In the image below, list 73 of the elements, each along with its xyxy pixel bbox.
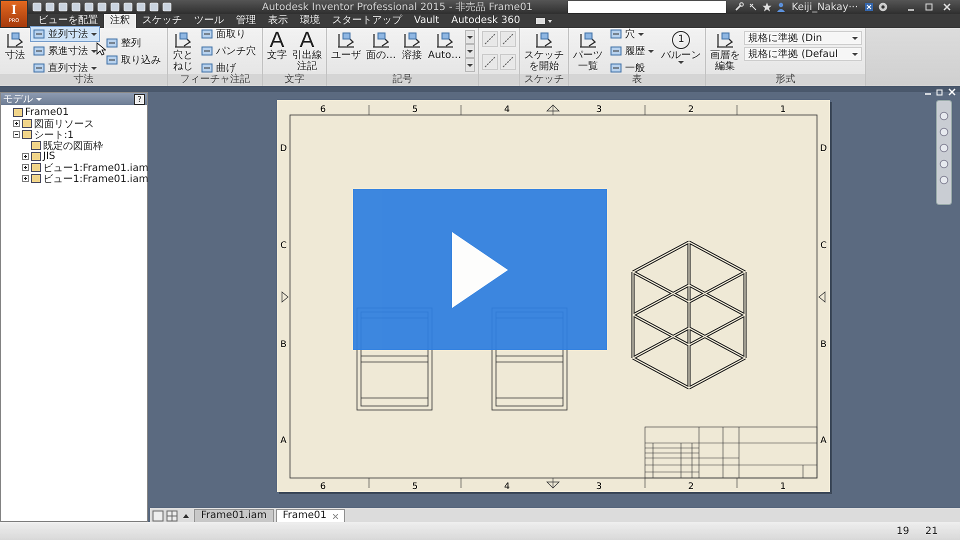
letter-glyph: A [300,30,314,50]
ribbon-button[interactable]: 溶接 [400,28,424,74]
ribbon-tab[interactable]: Vault [408,14,446,28]
status-value: 21 [925,526,938,536]
tree-item[interactable]: シート:1 [13,129,144,140]
panel-title: フィーチャ注記 [168,74,262,86]
zone-label: 3 [596,105,602,115]
help-button[interactable]: ? [134,94,145,104]
ribbon-button[interactable]: 並列寸法 [30,26,100,42]
ribbon-button[interactable]: Auto… [427,28,462,74]
ribbon-button[interactable]: 面の… [365,28,397,74]
balloon-number: 1 [672,31,690,49]
zone-label: C [280,241,287,251]
panel-title: 形式 [706,74,866,86]
window-title: Autodesk Inventor Professional 2015 - 非売品 Frame01 [262,0,534,14]
letter-glyph: A [270,30,284,50]
ribbon-tab[interactable]: ビューを配置 [32,14,104,28]
tree-item[interactable]: JIS [22,151,144,162]
ribbon-tab[interactable]: Autodesk 360 [445,14,526,28]
zone-label: C [820,241,827,251]
zone-label: 4 [504,105,510,115]
style-dropdown[interactable]: 規格に準拠 (Din [744,31,862,45]
panel-title: 文字 [263,74,326,86]
ribbon-tab[interactable]: 管理 [230,14,262,28]
ribbon-tab[interactable]: ツール [188,14,230,28]
panel-title: スケッチ [520,74,568,86]
ribbon-button[interactable]: 画層を編集 [709,28,742,74]
zone-label: B [280,340,287,350]
zone-label: B [820,340,827,350]
tree-item[interactable]: 既定の図面枠 [22,140,144,151]
style-dropdown[interactable]: 規格に準拠 (Defaul [744,47,862,61]
zone-label: D [820,144,827,154]
zone-label: 2 [688,482,694,492]
zone-label: 2 [688,105,694,115]
ribbon-tab[interactable]: 表示 [262,14,294,28]
panel-title: 表 [569,74,706,86]
tree-item[interactable]: Frame01 [4,107,144,118]
ribbon-tab[interactable]: 環境 [294,14,326,28]
zone-label: 1 [780,482,786,492]
user-name[interactable]: Keiji_Nakay··· [792,2,858,12]
ribbon-button[interactable]: 穴とねじ [171,28,195,74]
ribbon-button[interactable]: 整列 [103,34,164,50]
zone-label: 5 [412,482,418,492]
ribbon-button[interactable]: A 引出線注記 [291,28,323,74]
ribbon-button[interactable]: 取り込み [103,52,164,68]
zone-label: 5 [412,105,418,115]
zone-label: 4 [504,482,510,492]
zone-label: 1 [780,105,786,115]
zone-label: 3 [596,482,602,492]
document-tab[interactable]: Frame01 [276,509,345,522]
zone-label: 6 [320,105,326,115]
ribbon-button[interactable]: 1 バルーン [660,28,702,74]
ribbon-button[interactable]: 面取り [198,26,259,42]
document-tab[interactable]: Frame01.iam [194,509,274,522]
panel-title: 記号 [327,74,478,86]
ribbon-button[interactable]: 穴 [607,26,658,42]
ribbon-button[interactable]: 履歴 [607,43,658,59]
ribbon-tab[interactable]: スケッチ [136,14,188,28]
ribbon-button[interactable]: スケッチを開始 [523,28,566,74]
ribbon-button[interactable]: パーツ一覧 [572,28,604,74]
ribbon-button[interactable]: パンチ穴 [198,43,259,59]
ribbon-button[interactable]: A 文字 [266,28,288,74]
ribbon-tab[interactable]: 注釈 [104,14,136,28]
panel-title: 寸法 [0,74,167,86]
zone-label: D [280,144,287,154]
ribbon-button[interactable]: 寸法 [3,28,27,74]
ribbon-button[interactable]: ユーザ [330,28,362,74]
status-value: 19 [896,526,910,536]
zone-label: 6 [320,482,326,492]
zone-label: A [280,436,287,446]
zone-label: A [820,436,827,446]
ribbon-tab[interactable]: スタートアップ [326,14,408,28]
tree-item[interactable]: 図面リソース [13,118,144,129]
